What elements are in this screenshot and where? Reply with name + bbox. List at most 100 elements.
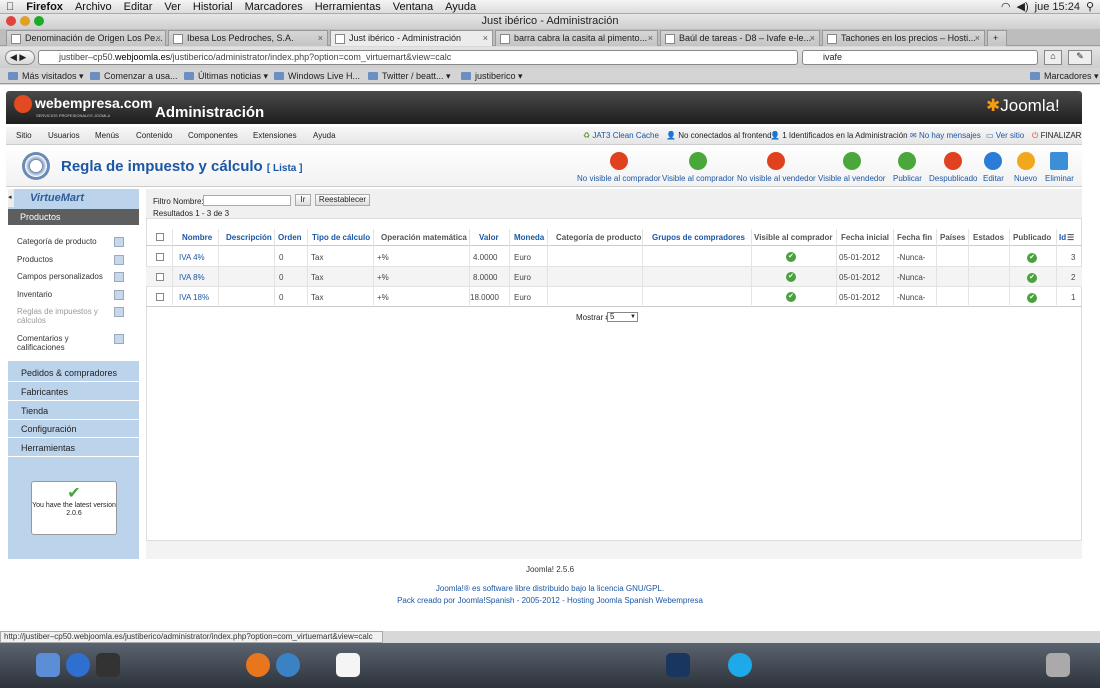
pack-credit[interactable]: Pack creado por Joomla!Spanish - 2005-20… (0, 596, 1100, 605)
sidebar-group-fabricantes[interactable]: Fabricantes (8, 383, 139, 401)
close-tab-icon[interactable]: × (156, 31, 161, 46)
col-descripcion[interactable]: Descripción (226, 233, 272, 242)
trash-icon[interactable] (1046, 653, 1070, 677)
col-tipo[interactable]: Tipo de cálculo (312, 233, 370, 242)
publish-shopper-button[interactable]: Visible al comprador (662, 152, 734, 183)
col-orden[interactable]: Orden (278, 233, 302, 242)
url-bar[interactable]: justiber–cp50.webjoomla.es/justiberico/a… (38, 50, 798, 65)
firefox-icon[interactable] (246, 653, 270, 677)
menu-editar[interactable]: Editar (118, 0, 159, 14)
view-site-link[interactable]: ▭ Ver sitio (986, 127, 1024, 145)
col-grupos[interactable]: Grupos de compradores (652, 233, 745, 242)
col-nombre[interactable]: Nombre (182, 233, 212, 242)
delete-button[interactable]: Eliminar (1045, 152, 1074, 183)
menu-ayuda-admin[interactable]: Ayuda (313, 127, 336, 145)
volume-icon[interactable]: ◀) (1017, 0, 1029, 14)
bookmark-mas-visitados[interactable]: Más visitados ▾ (8, 68, 84, 84)
sidebar-item-campos[interactable]: Campos personalizados (17, 272, 124, 282)
row-checkbox[interactable] (156, 253, 164, 261)
tab-1[interactable]: Denominación de Origen Los Pe... × (6, 30, 166, 46)
home-icon[interactable]: ⌂ (1044, 50, 1062, 65)
safari-icon[interactable] (276, 653, 300, 677)
sort-icon[interactable]: ☰ (1067, 233, 1074, 242)
tab-4[interactable]: barra cabra la casita al pimento... × (495, 30, 658, 46)
filter-go-button[interactable]: Ir (295, 194, 311, 206)
clock[interactable]: jue 15:24 (1035, 0, 1080, 14)
app-store-icon[interactable] (66, 653, 90, 677)
menu-marcadores[interactable]: Marcadores (239, 0, 309, 14)
minimize-window-icon[interactable] (20, 16, 30, 26)
row-checkbox[interactable] (156, 293, 164, 301)
menu-herramientas[interactable]: Herramientas (309, 0, 387, 14)
bookmark-comenzar[interactable]: Comenzar a usa... (90, 68, 178, 84)
published-check-icon[interactable]: ✔ (1027, 253, 1037, 263)
menu-extensiones[interactable]: Extensiones (253, 127, 297, 145)
visible-check-icon[interactable]: ✔ (786, 252, 796, 262)
unpublish-vendor-button[interactable]: No visible al vendedor (737, 152, 816, 183)
sidebar-group-tienda[interactable]: Tienda (8, 402, 139, 420)
menu-componentes[interactable]: Componentes (188, 127, 238, 145)
sidebar-item-productos[interactable]: Productos (17, 255, 124, 265)
new-button[interactable]: Nuevo (1014, 152, 1037, 183)
close-window-icon[interactable] (6, 16, 16, 26)
spotlight-icon[interactable]: ⚲ (1086, 0, 1094, 14)
menu-historial[interactable]: Historial (187, 0, 239, 14)
filter-reset-button[interactable]: Reestablecer (315, 194, 370, 206)
new-tab-button[interactable]: + (987, 30, 1007, 46)
publish-button[interactable]: Publicar (893, 152, 922, 183)
menu-sitio[interactable]: Sitio (16, 127, 32, 145)
tab-2[interactable]: Ibesa Los Pedroches, S.A. × (168, 30, 328, 46)
close-tab-icon[interactable]: × (483, 31, 488, 46)
menu-ver[interactable]: Ver (158, 0, 187, 14)
clean-cache-link[interactable]: ♻ JAT3 Clean Cache (583, 127, 659, 145)
unpublish-button[interactable]: Despublicado (929, 152, 977, 183)
tab-5[interactable]: Baúl de tareas - D8 – Ivafe e-le... × (660, 30, 820, 46)
menu-app[interactable]: Firefox (20, 0, 69, 14)
menu-ayuda[interactable]: Ayuda (439, 0, 482, 14)
finder-icon[interactable] (36, 653, 60, 677)
col-valor[interactable]: Valor (479, 233, 499, 242)
close-tab-icon[interactable]: × (648, 31, 653, 46)
pencil-icon[interactable]: ✎ (1068, 50, 1092, 65)
sidebar-group-configuracion[interactable]: Configuración (8, 420, 139, 438)
photoshop-icon[interactable] (666, 653, 690, 677)
sidebar-group-pedidos[interactable]: Pedidos & compradores (8, 364, 139, 382)
select-all-checkbox[interactable] (156, 233, 164, 241)
tab-6[interactable]: Tachones en los precios – Hosti... × (822, 30, 985, 46)
filter-name-input[interactable] (203, 195, 291, 206)
wifi-icon[interactable]: ◠ (1001, 0, 1011, 14)
close-tab-icon[interactable]: × (975, 31, 980, 46)
apple-icon[interactable]:  (0, 0, 20, 14)
bookmark-noticias[interactable]: Últimas noticias ▾ (184, 68, 268, 84)
rule-name-link[interactable]: IVA 18% (179, 293, 209, 302)
sidebar-item-comentarios[interactable]: Comentarios y calificaciones (17, 334, 124, 352)
row-checkbox[interactable] (156, 273, 164, 281)
menu-archivo[interactable]: Archivo (69, 0, 118, 14)
sidebar-item-inventario[interactable]: Inventario (17, 290, 124, 300)
tab-3-active[interactable]: Just ibérico - Administración × (330, 30, 493, 46)
edit-button[interactable]: Editar (983, 152, 1004, 183)
bookmark-windows-live[interactable]: Windows Live H... (274, 68, 360, 84)
menu-contenido[interactable]: Contenido (136, 127, 172, 145)
zoom-window-icon[interactable] (34, 16, 44, 26)
menu-menus[interactable]: Menús (95, 127, 119, 145)
close-tab-icon[interactable]: × (318, 31, 323, 46)
license-text[interactable]: Joomla!® es software libre distribuido b… (0, 584, 1100, 593)
col-id[interactable]: Id (1059, 233, 1066, 242)
visible-check-icon[interactable]: ✔ (786, 292, 796, 302)
sidebar-item-reglas[interactable]: Reglas de impuestos y cálculos (17, 307, 124, 325)
rule-name-link[interactable]: IVA 8% (179, 273, 205, 282)
menu-ventana[interactable]: Ventana (387, 0, 439, 14)
messages-link[interactable]: ✉ No hay mensajes (910, 127, 981, 145)
bookmark-twitter[interactable]: Twitter / beatt... ▾ (368, 68, 451, 84)
menu-usuarios[interactable]: Usuarios (48, 127, 80, 145)
sidebar-item-categorias[interactable]: Categoría de producto (17, 237, 124, 247)
sidebar-group-herramientas[interactable]: Herramientas (8, 439, 139, 457)
skype-icon[interactable] (728, 653, 752, 677)
logout-link[interactable]: ⏻ FINALIZAR (1032, 127, 1081, 145)
dashboard-icon[interactable] (96, 653, 120, 677)
collapse-sidebar-icon[interactable]: ◂ (8, 189, 14, 207)
visible-check-icon[interactable]: ✔ (786, 272, 796, 282)
rule-name-link[interactable]: IVA 4% (179, 253, 205, 262)
sidebar-head-productos[interactable]: Productos (8, 209, 139, 225)
